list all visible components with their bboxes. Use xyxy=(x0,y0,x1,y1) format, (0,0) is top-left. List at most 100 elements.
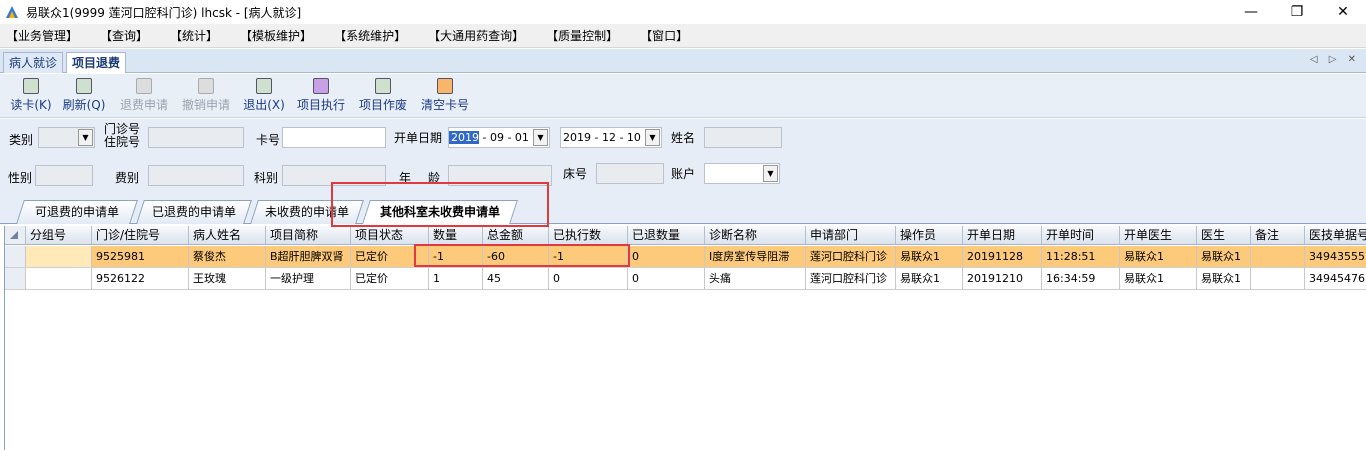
cell-doctor[interactable]: 易联众1 xyxy=(1197,268,1251,289)
tab-refundable-requests[interactable]: 可退费的申请单 xyxy=(16,200,138,224)
cell-quantity[interactable]: 1 xyxy=(429,268,483,289)
table-row[interactable]: 9526122 王玫瑰 一级护理 已定价 1 45 0 0 头痛 莲河口腔科门诊… xyxy=(5,268,1366,290)
cell-diagnosis[interactable]: 头痛 xyxy=(705,268,806,289)
card-no-input[interactable] xyxy=(282,127,386,148)
fee-type-input[interactable] xyxy=(148,165,244,186)
chevron-down-icon[interactable]: ▼ xyxy=(78,129,93,146)
restore-button[interactable]: ❐ xyxy=(1274,0,1320,24)
dept-input[interactable] xyxy=(282,165,386,186)
tab-unpaid-requests[interactable]: 未收费的申请单 xyxy=(250,200,364,224)
read-card-button[interactable]: 读卡(K) xyxy=(9,78,53,116)
date-from-picker[interactable]: 2019 - 09 - 01 ▼ xyxy=(448,127,550,148)
tab-patient-visit[interactable]: 病人就诊 xyxy=(3,52,64,73)
tab-refunded-requests[interactable]: 已退费的申请单 xyxy=(136,200,252,224)
menu-quality[interactable]: 【质量控制】 xyxy=(546,27,618,44)
col-item-name[interactable]: 项目简称 xyxy=(266,226,351,244)
exit-button[interactable]: 退出(X) xyxy=(242,78,286,116)
cell-ordering-doctor[interactable]: 易联众1 xyxy=(1120,268,1197,289)
calendar-dropdown-icon[interactable]: ▼ xyxy=(645,129,660,146)
date-from-rest[interactable]: - 09 - 01 xyxy=(479,131,528,144)
cell-item-name[interactable]: B超肝胆脾双肾 xyxy=(266,246,351,267)
execute-item-button[interactable]: 项目执行 xyxy=(295,78,347,116)
void-item-button[interactable]: 项目作废 xyxy=(357,78,409,116)
cell-item-status[interactable]: 已定价 xyxy=(351,246,429,267)
tab-nav-controls[interactable]: ◁ ▷ ✕ xyxy=(1310,54,1360,65)
table-row[interactable]: 9525981 蔡俊杰 B超肝胆脾双肾 已定价 -1 -60 -1 0 I度房室… xyxy=(5,246,1366,268)
date-from-year[interactable]: 2019 xyxy=(449,131,479,144)
cell-item-status[interactable]: 已定价 xyxy=(351,268,429,289)
cell-remark[interactable] xyxy=(1251,268,1305,289)
minimize-button[interactable]: — xyxy=(1228,0,1274,24)
menu-window[interactable]: 【窗口】 xyxy=(640,27,688,44)
cell-executed-count[interactable]: -1 xyxy=(549,246,628,267)
col-refunded-qty[interactable]: 已退数量 xyxy=(628,226,705,244)
cell-order-date[interactable]: 20191210 xyxy=(963,268,1042,289)
cell-refunded-qty[interactable]: 0 xyxy=(628,246,705,267)
col-request-dept[interactable]: 申请部门 xyxy=(806,226,896,244)
cell-exam-doc-no[interactable]: 34945476 xyxy=(1305,268,1366,289)
chevron-down-icon[interactable]: ▼ xyxy=(763,165,778,182)
col-ordering-doctor[interactable]: 开单医生 xyxy=(1120,226,1197,244)
tab-other-dept-unpaid[interactable]: 其他科室未收费申请单 xyxy=(362,200,518,224)
cell-group-no[interactable] xyxy=(26,268,92,289)
close-button[interactable]: ✕ xyxy=(1320,0,1366,24)
cell-request-dept[interactable]: 莲河口腔科门诊 xyxy=(806,246,896,267)
cell-patient-no[interactable]: 9526122 xyxy=(92,268,189,289)
col-executed-count[interactable]: 已执行数 xyxy=(549,226,628,244)
cell-order-time[interactable]: 11:28:51 xyxy=(1042,246,1120,267)
cell-total-amount[interactable]: 45 xyxy=(483,268,549,289)
cell-quantity[interactable]: -1 xyxy=(429,246,483,267)
menu-system[interactable]: 【系统维护】 xyxy=(334,27,406,44)
menu-statistics[interactable]: 【统计】 xyxy=(170,27,218,44)
col-order-time[interactable]: 开单时间 xyxy=(1042,226,1120,244)
cell-patient-no[interactable]: 9525981 xyxy=(92,246,189,267)
cell-total-amount[interactable]: -60 xyxy=(483,246,549,267)
account-select[interactable]: ▼ xyxy=(704,163,780,184)
patient-name-input[interactable] xyxy=(704,127,782,148)
col-order-date[interactable]: 开单日期 xyxy=(963,226,1042,244)
menu-drug-query[interactable]: 【大通用药查询】 xyxy=(428,27,524,44)
menu-query[interactable]: 【查询】 xyxy=(100,27,148,44)
cell-patient-name[interactable]: 王玫瑰 xyxy=(189,268,266,289)
col-operator[interactable]: 操作员 xyxy=(896,226,963,244)
menu-template[interactable]: 【模板维护】 xyxy=(240,27,312,44)
cell-order-time[interactable]: 16:34:59 xyxy=(1042,268,1120,289)
col-diagnosis[interactable]: 诊断名称 xyxy=(705,226,806,244)
calendar-dropdown-icon[interactable]: ▼ xyxy=(533,129,548,146)
col-item-status[interactable]: 项目状态 xyxy=(351,226,429,244)
refresh-button[interactable]: 刷新(Q) xyxy=(61,78,107,116)
cell-order-date[interactable]: 20191128 xyxy=(963,246,1042,267)
menu-business[interactable]: 【业务管理】 xyxy=(6,27,78,44)
clear-card-button[interactable]: 清空卡号 xyxy=(419,78,471,116)
cell-patient-name[interactable]: 蔡俊杰 xyxy=(189,246,266,267)
category-select[interactable]: ▼ xyxy=(38,127,95,148)
cell-operator[interactable]: 易联众1 xyxy=(896,268,963,289)
cell-doctor[interactable]: 易联众1 xyxy=(1197,246,1251,267)
col-quantity[interactable]: 数量 xyxy=(429,226,483,244)
tab-item-refund[interactable]: 项目退费 xyxy=(66,52,127,73)
bed-no-input[interactable] xyxy=(596,163,664,184)
cell-diagnosis[interactable]: I度房室传导阻滞 xyxy=(705,246,806,267)
age-input[interactable] xyxy=(448,165,552,186)
col-patient-no[interactable]: 门诊/住院号 xyxy=(92,226,189,244)
cell-group-no[interactable] xyxy=(26,246,92,267)
select-all-corner[interactable] xyxy=(5,226,26,244)
date-to-picker[interactable]: 2019 - 12 - 10 ▼ xyxy=(560,127,662,148)
col-doctor[interactable]: 医生 xyxy=(1197,226,1251,244)
refund-request-button[interactable]: 退费申请 xyxy=(118,78,170,116)
date-to-value[interactable]: 2019 - 12 - 10 xyxy=(561,131,641,144)
row-header[interactable] xyxy=(5,246,26,267)
cancel-request-button[interactable]: 撤销申请 xyxy=(180,78,232,116)
col-group-no[interactable]: 分组号 xyxy=(26,226,92,244)
row-header[interactable] xyxy=(5,268,26,289)
col-total-amount[interactable]: 总金额 xyxy=(483,226,549,244)
col-exam-doc-no[interactable]: 医技单据号 xyxy=(1305,226,1366,244)
cell-item-name[interactable]: 一级护理 xyxy=(266,268,351,289)
cell-ordering-doctor[interactable]: 易联众1 xyxy=(1120,246,1197,267)
cell-executed-count[interactable]: 0 xyxy=(549,268,628,289)
clinic-no-input[interactable] xyxy=(148,127,244,148)
cell-operator[interactable]: 易联众1 xyxy=(896,246,963,267)
col-patient-name[interactable]: 病人姓名 xyxy=(189,226,266,244)
cell-request-dept[interactable]: 莲河口腔科门诊 xyxy=(806,268,896,289)
cell-remark[interactable] xyxy=(1251,246,1305,267)
